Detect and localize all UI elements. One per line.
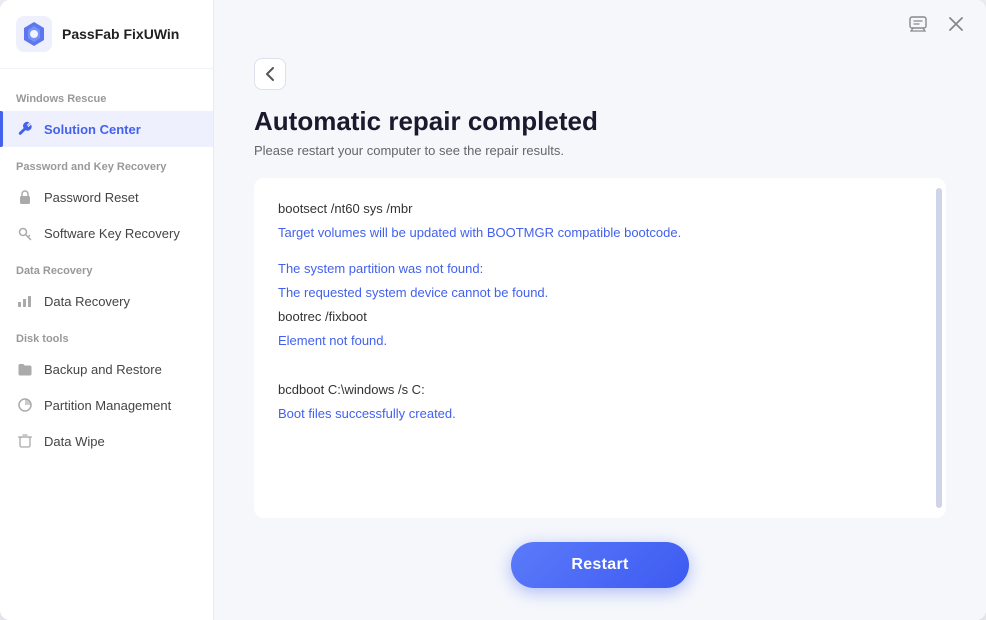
scrollbar [936,188,942,508]
lock-icon [16,188,34,206]
sidebar-item-label-software-key-recovery: Software Key Recovery [44,226,180,241]
restart-button[interactable]: Restart [511,542,688,588]
back-arrow-icon [265,66,275,82]
page-subtitle: Please restart your computer to see the … [254,143,946,158]
app-title: PassFab FixUWin [62,26,179,43]
sidebar-navigation: Windows Rescue Solution Center Password … [0,69,213,620]
log-line-6: bootrec /fixboot [278,306,922,328]
close-icon [949,17,963,31]
log-line-5: The requested system device cannot be fo… [278,282,922,304]
sidebar-item-label-password-reset: Password Reset [44,190,139,205]
log-spacer-2 [278,355,922,367]
close-button[interactable] [942,10,970,38]
log-line-4: The system partition was not found: [278,258,922,280]
log-line-7: Element not found. [278,330,922,352]
log-spacer-3 [278,367,922,379]
key-icon [16,224,34,242]
page-title: Automatic repair completed [254,106,946,137]
bar-chart-icon [16,292,34,310]
sidebar-item-solution-center[interactable]: Solution Center [0,111,213,147]
log-line-10: bcdboot C:\windows /s C: [278,379,922,401]
sidebar-item-partition-management[interactable]: Partition Management [0,387,213,423]
nav-section-windows-rescue: Windows Rescue [0,79,213,111]
pie-chart-icon [16,396,34,414]
nav-section-password: Password and Key Recovery [0,147,213,179]
trash-icon [16,432,34,450]
log-box: bootsect /nt60 sys /mbr Target volumes w… [254,178,946,518]
sidebar-item-label-data-recovery: Data Recovery [44,294,130,309]
main-content: Automatic repair completed Please restar… [214,0,986,620]
log-line-11: Boot files successfully created. [278,403,922,425]
nav-section-data-recovery: Data Recovery [0,251,213,283]
feedback-icon [908,14,928,34]
log-line-1: bootsect /nt60 sys /mbr [278,198,922,220]
log-spacer-1 [278,246,922,258]
sidebar-item-software-key-recovery[interactable]: Software Key Recovery [0,215,213,251]
log-line-2: Target volumes will be updated with BOOT… [278,222,922,244]
app-logo-icon [16,16,52,52]
restart-btn-wrapper: Restart [254,542,946,588]
sidebar-item-label-partition-management: Partition Management [44,398,171,413]
wrench-icon [16,120,34,138]
sidebar-item-label-backup-restore: Backup and Restore [44,362,162,377]
sidebar-item-label-data-wipe: Data Wipe [44,434,105,449]
sidebar-item-data-recovery[interactable]: Data Recovery [0,283,213,319]
title-bar [214,0,986,48]
folder-icon [16,360,34,378]
sidebar-item-backup-restore[interactable]: Backup and Restore [0,351,213,387]
feedback-button[interactable] [904,10,932,38]
sidebar-item-password-reset[interactable]: Password Reset [0,179,213,215]
sidebar-header: PassFab FixUWin [0,0,213,69]
sidebar: PassFab FixUWin Windows Rescue Solution … [0,0,214,620]
sidebar-item-label-solution-center: Solution Center [44,122,141,137]
nav-section-disk-tools: Disk tools [0,319,213,351]
content-area: Automatic repair completed Please restar… [214,48,986,620]
sidebar-item-data-wipe[interactable]: Data Wipe [0,423,213,459]
back-button[interactable] [254,58,286,90]
